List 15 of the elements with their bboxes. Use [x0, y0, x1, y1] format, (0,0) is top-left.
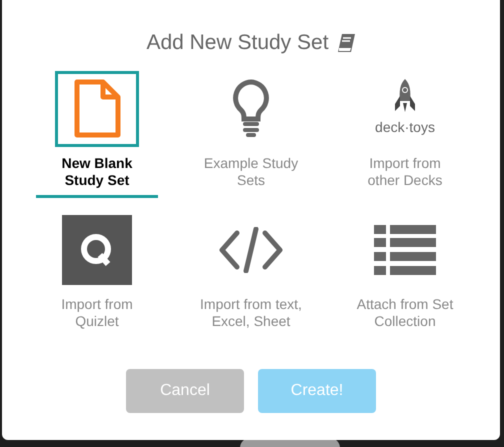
list-icon [374, 224, 436, 274]
study-set-option[interactable]: Attach from Set Collection [344, 212, 466, 338]
study-set-option[interactable]: Import from Quizlet [36, 212, 158, 338]
blank-document-icon [73, 78, 121, 138]
dialog-title: Add New Study Set [146, 30, 329, 56]
code-icon [219, 226, 283, 272]
study-set-option[interactable]: Example Study Sets [190, 70, 312, 198]
study-set-option[interactable]: deck·toys Import from other Decks [344, 70, 466, 198]
quizlet-logo-icon [62, 214, 132, 284]
book-icon [336, 32, 356, 53]
logo-text: deck·toys [375, 118, 435, 137]
study-set-option[interactable]: Import from text, Excel, Sheet [190, 212, 312, 338]
cancel-button[interactable]: Cancel [126, 368, 244, 412]
study-set-option[interactable]: New Blank Study Set [36, 70, 158, 198]
lightbulb-icon [231, 78, 271, 138]
